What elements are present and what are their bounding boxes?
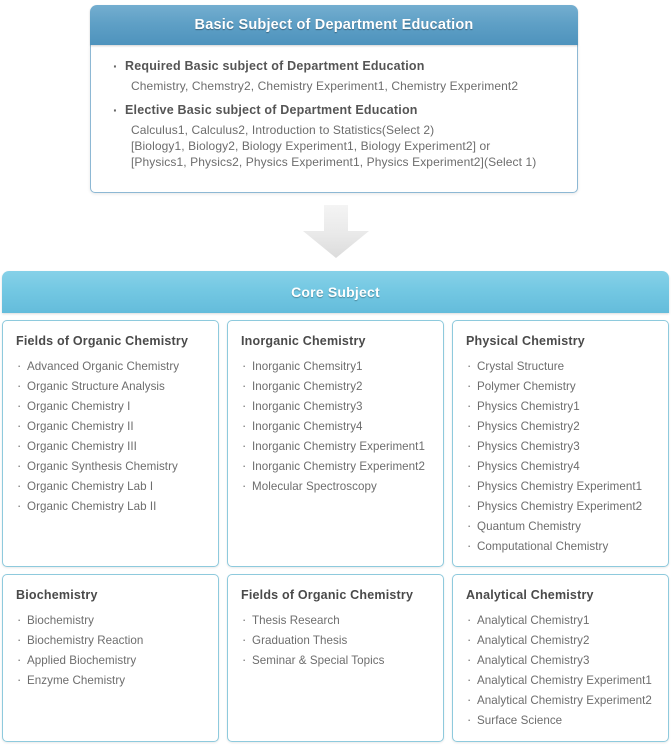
core-subject-card: Fields of Organic Chemistry Advanced Orga… [2, 320, 219, 567]
core-subject-item-list: Thesis ResearchGraduation ThesisSeminar … [241, 610, 433, 671]
list-item: Analytical Chemistry3 [466, 650, 658, 671]
core-subject-card-title: Biochemistry [16, 588, 98, 602]
core-subject-item-list: Advanced Organic ChemistryOrganic Struct… [16, 356, 208, 517]
basic-subject-title: Basic Subject of Department Education [194, 17, 474, 33]
list-item: Analytical Chemistry2 [466, 630, 658, 651]
list-item: Crystal Structure [466, 356, 658, 377]
list-item: Inorganic Chemistry2 [241, 376, 433, 397]
list-item: Inorganic Chemistry3 [241, 396, 433, 417]
basic-subject-group: Required Basic subject of Department Edu… [113, 58, 561, 94]
list-item: Organic Synthesis Chemistry [16, 456, 208, 477]
list-item: Biochemistry Reaction [16, 630, 208, 651]
list-item: Organic Chemistry I [16, 396, 208, 417]
core-subject-header: Core Subject [2, 271, 669, 313]
list-item: Advanced Organic Chemistry [16, 356, 208, 377]
list-item: Physics Chemistry Experiment2 [466, 496, 658, 517]
core-subject-card-title: Analytical Chemistry [466, 588, 594, 602]
basic-subject-header: Basic Subject of Department Education [90, 5, 578, 45]
basic-subject-group-line: Chemistry, Chemstry2, Chemistry Experime… [131, 79, 519, 93]
list-item: Quantum Chemistry [466, 516, 658, 537]
list-item: Organic Chemistry II [16, 416, 208, 437]
arrow-down-icon [302, 205, 369, 258]
list-item: Organic Chemistry III [16, 436, 208, 457]
basic-subject-group-line: Calculus1, Calculus2, Introduction to St… [131, 123, 435, 137]
core-subject-item-list: Crystal StructurePolymer ChemistryPhysic… [466, 356, 658, 557]
basic-subject-box: Basic Subject of Department Education Re… [90, 5, 578, 193]
core-subject-card: Analytical Chemistry Analytical Chemistry… [452, 574, 669, 742]
list-item: Analytical Chemistry Experiment1 [466, 670, 658, 691]
core-subject-card: Physical Chemistry Crystal StructurePolym… [452, 320, 669, 567]
list-item: Physics Chemistry Experiment1 [466, 476, 658, 497]
list-item: Polymer Chemistry [466, 376, 658, 397]
core-subject-card-grid: Fields of Organic Chemistry Advanced Orga… [2, 320, 669, 742]
basic-subject-group-line: [Biology1, Biology2, Biology Experiment1… [131, 139, 491, 153]
list-item: Thesis Research [241, 610, 433, 631]
core-subject-title: Core Subject [291, 284, 380, 300]
list-item: Organic Chemistry Lab II [16, 496, 208, 517]
basic-subject-group-list: Required Basic subject of Department Edu… [113, 58, 561, 170]
list-item: Physics Chemistry2 [466, 416, 658, 437]
list-item: Organic Structure Analysis [16, 376, 208, 397]
list-item: Organic Chemistry Lab I [16, 476, 208, 497]
list-item: Inorganic Chemsitry1 [241, 356, 433, 377]
list-item: Biochemistry [16, 610, 208, 631]
list-item: Inorganic Chemistry4 [241, 416, 433, 437]
basic-subject-group-line: [Physics1, Physics2, Physics Experiment1… [131, 155, 537, 169]
list-item: Physics Chemistry3 [466, 436, 658, 457]
list-item: Analytical Chemistry1 [466, 610, 658, 631]
arrow-connector [0, 205, 671, 259]
list-item: Inorganic Chemistry Experiment2 [241, 456, 433, 477]
core-subject-card-title: Physical Chemistry [466, 334, 585, 348]
list-item: Enzyme Chemistry [16, 670, 208, 691]
core-subject-card-title: Inorganic Chemistry [241, 334, 366, 348]
core-subject-card-title: Fields of Organic Chemistry [241, 588, 414, 602]
core-subject-item-list: BiochemistryBiochemistry ReactionApplied… [16, 610, 208, 691]
list-item: Seminar & Special Topics [241, 650, 433, 671]
core-subject-card-title: Fields of Organic Chemistry [16, 334, 189, 348]
list-item: Molecular Spectroscopy [241, 476, 433, 497]
list-item: Graduation Thesis [241, 630, 433, 651]
list-item: Applied Biochemistry [16, 650, 208, 671]
basic-subject-group: Elective Basic subject of Department Edu… [113, 102, 561, 170]
list-item: Computational Chemistry [466, 536, 658, 557]
core-subject-card: BiochemistryBiochemistryBiochemistry Rea… [2, 574, 219, 742]
core-subject-item-list: Inorganic Chemsitry1Inorganic Chemistry2… [241, 356, 433, 497]
core-subject-card: Fields of Organic Chemistry Thesis Resear… [227, 574, 444, 742]
list-item: Surface Science [466, 710, 658, 731]
basic-subject-group-title: Required Basic subject of Department Edu… [113, 58, 561, 74]
core-subject-panel: Core Subject Fields of Organic Chemistry… [2, 271, 669, 742]
core-subject-item-list: Analytical Chemistry1Analytical Chemistr… [466, 610, 658, 731]
basic-subject-group-title: Elective Basic subject of Department Edu… [113, 102, 561, 118]
list-item: Physics Chemistry4 [466, 456, 658, 477]
list-item: Analytical Chemistry Experiment2 [466, 690, 658, 711]
list-item: Physics Chemistry1 [466, 396, 658, 417]
list-item: Inorganic Chemistry Experiment1 [241, 436, 433, 457]
core-subject-card: Inorganic ChemistryInorganic Chemsitry1I… [227, 320, 444, 567]
basic-subject-body: Required Basic subject of Department Edu… [90, 45, 578, 193]
